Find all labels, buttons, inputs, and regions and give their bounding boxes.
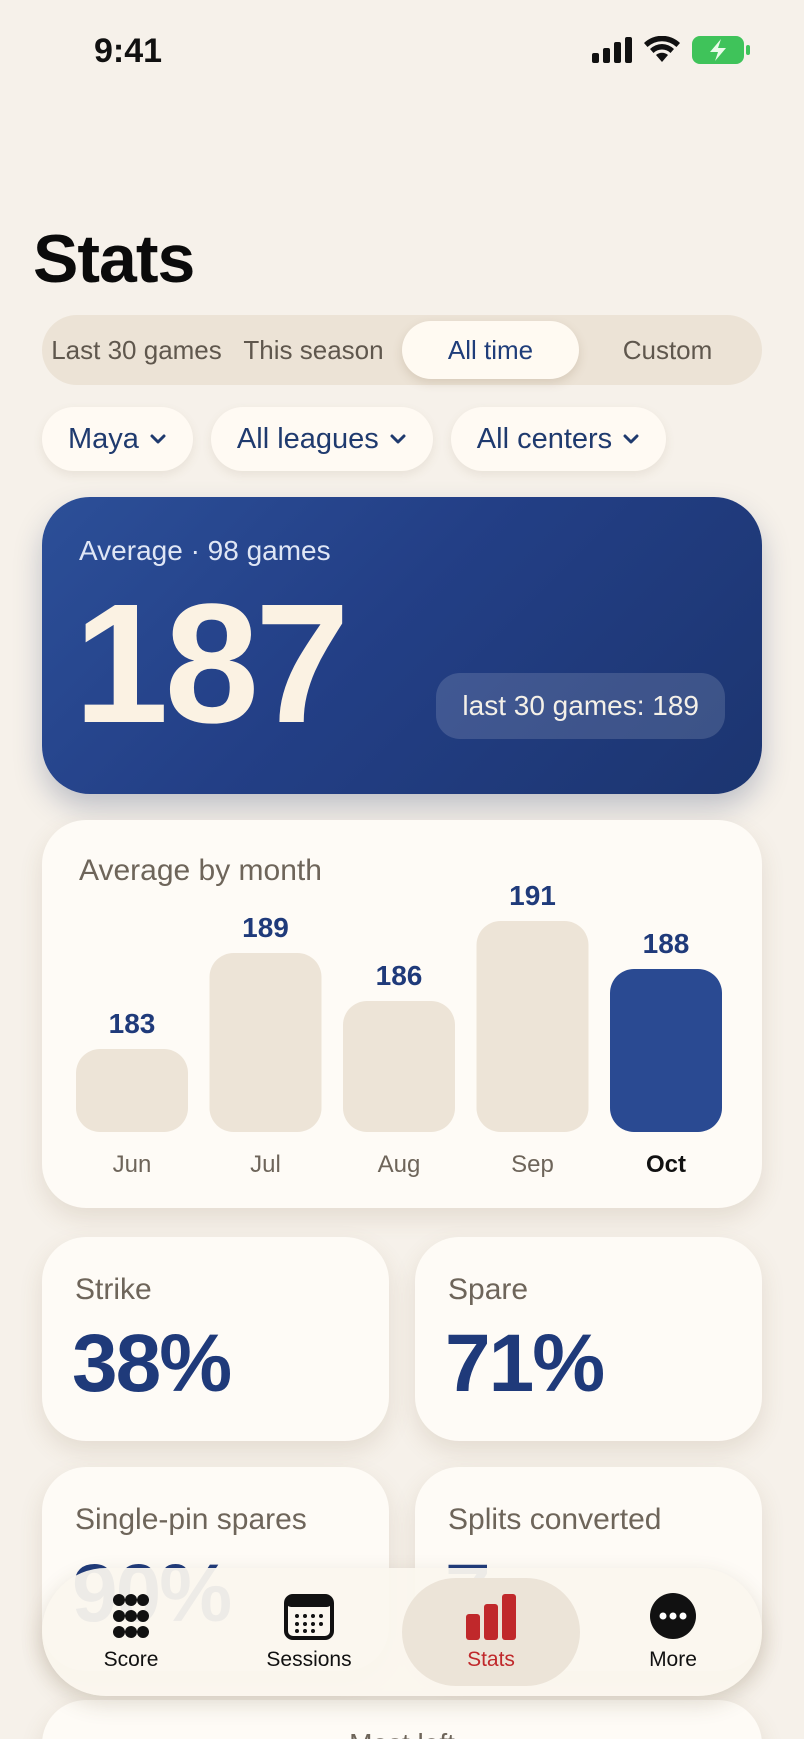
tab-last-30-games[interactable]: Last 30 games xyxy=(48,321,225,379)
spare-stat-card[interactable]: Spare 71% xyxy=(415,1237,762,1441)
more-icon xyxy=(650,1593,696,1639)
bar-value-label: 188 xyxy=(643,928,690,959)
tab-this-season[interactable]: This season xyxy=(225,321,402,379)
most-left-card[interactable]: Most left xyxy=(42,1700,762,1739)
status-time: 9:41 xyxy=(94,32,163,70)
bar-value-label: 186 xyxy=(376,960,423,991)
spare-label: Spare xyxy=(448,1273,529,1306)
bar-chart-icon xyxy=(466,1594,516,1640)
bar-oct[interactable] xyxy=(610,969,722,1132)
tab-score[interactable]: Score xyxy=(42,1578,220,1686)
tab-stats[interactable]: Stats xyxy=(402,1578,580,1686)
single-pin-spares-label: Single-pin spares xyxy=(75,1503,307,1536)
league-filter-chip[interactable]: All leagues xyxy=(210,407,433,471)
bar-jul[interactable] xyxy=(209,953,322,1132)
strike-value: 38% xyxy=(72,1318,232,1409)
average-label: Average · 98 games xyxy=(79,535,331,566)
tab-score-label: Score xyxy=(103,1648,159,1671)
month-tick-label: Oct xyxy=(646,1151,686,1178)
tab-more[interactable]: More xyxy=(584,1578,762,1686)
bowler-filter-label: Maya xyxy=(68,422,139,455)
status-icons xyxy=(592,36,750,64)
center-filter-chip[interactable]: All centers xyxy=(450,407,667,471)
tab-sessions-label: Sessions xyxy=(266,1648,352,1671)
tab-custom[interactable]: Custom xyxy=(579,321,756,379)
bar-value-label: 191 xyxy=(509,880,556,911)
league-filter-label: All leagues xyxy=(236,422,379,455)
signal-icon xyxy=(592,37,632,63)
chevron-down-icon xyxy=(150,434,166,444)
time-range-selector: Last 30 games This season All time Custo… xyxy=(42,315,762,385)
bar-value-label: 183 xyxy=(109,1008,156,1039)
wifi-icon xyxy=(644,36,680,62)
month-tick-label: Jun xyxy=(113,1151,152,1178)
month-tick-label: Jul xyxy=(250,1151,281,1178)
splits-converted-label: Splits converted xyxy=(448,1503,662,1536)
bar-sep[interactable] xyxy=(476,921,589,1132)
center-filter-label: All centers xyxy=(476,422,613,455)
average-by-month-card: 183 Jun 189 Jul 186 Aug 191 Sep 188 Oct Average b… xyxy=(42,820,762,1208)
tab-all-time[interactable]: All time xyxy=(402,321,579,379)
chart-title: Average by month xyxy=(79,854,322,887)
recent-average-badge: last 30 games: 189 xyxy=(436,673,725,739)
tab-stats-label: Stats xyxy=(467,1648,515,1671)
bowler-filter-chip[interactable]: Maya xyxy=(42,407,193,471)
bar-aug[interactable] xyxy=(343,1001,455,1132)
page-title: Stats xyxy=(33,221,195,297)
status-bar: 9:41 xyxy=(0,0,804,110)
most-left-label: Most left xyxy=(42,1728,762,1739)
bar-jun[interactable] xyxy=(76,1049,188,1132)
calendar-icon xyxy=(284,1594,334,1640)
bar-value-label: 189 xyxy=(242,912,289,943)
month-tick-label: Aug xyxy=(378,1151,421,1178)
strike-stat-card[interactable]: Strike 38% xyxy=(42,1237,389,1441)
average-value: 187 xyxy=(74,569,350,759)
chevron-down-icon xyxy=(623,434,639,444)
battery-icon xyxy=(692,36,750,64)
spare-value: 71% xyxy=(445,1318,605,1409)
strike-label: Strike xyxy=(75,1273,152,1306)
tab-more-label: More xyxy=(649,1648,697,1671)
tab-bar: Score Sessions Stats More xyxy=(42,1568,762,1696)
keypad-icon xyxy=(113,1594,149,1638)
chevron-down-icon xyxy=(390,434,406,444)
average-hero-card[interactable]: Average · 98 games 187 last 30 games: 18… xyxy=(42,497,762,794)
tab-sessions[interactable]: Sessions xyxy=(220,1578,398,1686)
month-tick-label: Sep xyxy=(511,1151,554,1178)
filter-chips: Maya All leagues All centers xyxy=(42,407,667,471)
